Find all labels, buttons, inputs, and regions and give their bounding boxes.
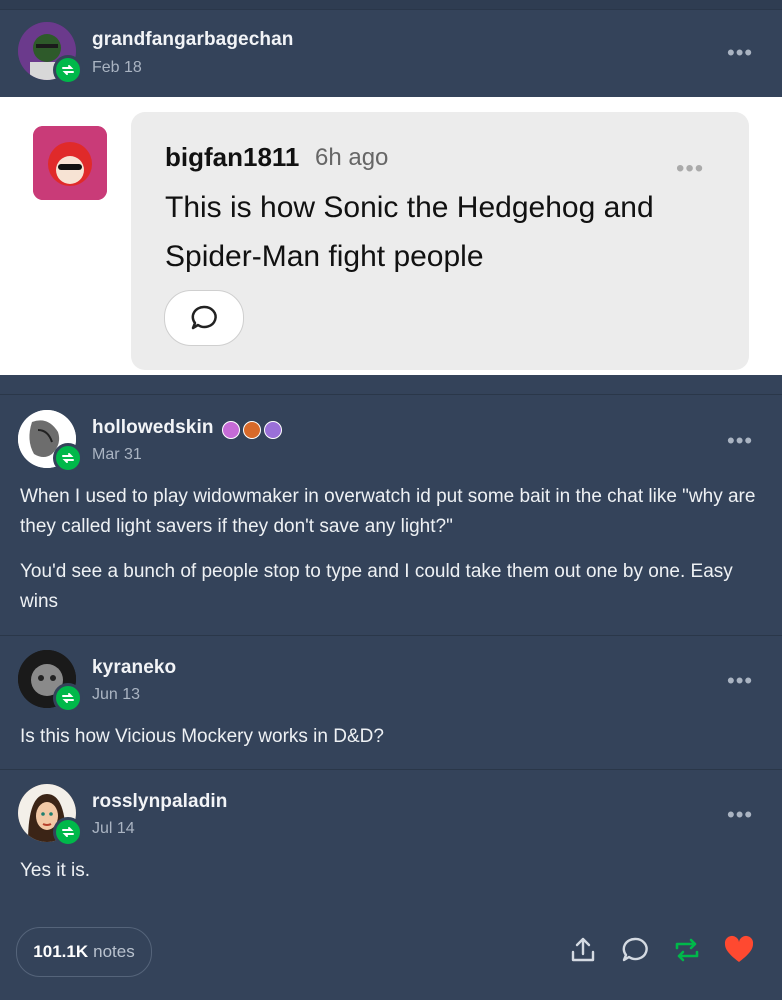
- post-paragraph: Is this how Vicious Mockery works in D&D…: [20, 726, 384, 747]
- username[interactable]: hollowedskin: [92, 417, 214, 439]
- divider: [0, 394, 782, 395]
- user-badges[interactable]: [222, 421, 282, 439]
- post-paragraph: You'd see a bunch of people stop to type…: [20, 561, 733, 612]
- reblog-badge-icon: [53, 55, 83, 85]
- top-edge: [0, 0, 782, 10]
- share-icon[interactable]: [566, 933, 600, 967]
- embedded-text: This is how Sonic the Hedgehog and Spide…: [165, 191, 654, 273]
- like-icon[interactable]: [722, 933, 756, 967]
- divider: [0, 635, 782, 636]
- notes-button[interactable]: 101.1K notes: [16, 927, 152, 977]
- notes-label: notes: [93, 942, 135, 961]
- more-options-icon[interactable]: •••: [727, 430, 753, 452]
- embedded-more-icon: •••: [676, 155, 705, 182]
- embedded-avatar: [33, 126, 107, 200]
- post-body: Is this how Vicious Mockery works in D&D…: [20, 722, 770, 752]
- post-date[interactable]: Mar 31: [92, 446, 142, 464]
- reply-icon[interactable]: [618, 933, 652, 967]
- badge-icon[interactable]: [264, 421, 282, 439]
- post-date[interactable]: Jun 13: [92, 686, 140, 704]
- post-date[interactable]: Feb 18: [92, 59, 142, 77]
- post-paragraph: Yes it is.: [20, 860, 91, 881]
- more-options-icon[interactable]: •••: [727, 804, 753, 826]
- reblog-icon[interactable]: [670, 933, 704, 967]
- badge-icon[interactable]: [222, 421, 240, 439]
- post-paragraph: When I used to play widowmaker in overwa…: [20, 486, 756, 537]
- speech-bubble-icon: [164, 290, 244, 346]
- post-body: When I used to play widowmaker in overwa…: [20, 482, 770, 617]
- reblog-badge-icon: [53, 817, 83, 847]
- post-date[interactable]: Jul 14: [92, 820, 135, 838]
- username[interactable]: grandfangarbagechan: [92, 29, 293, 51]
- username[interactable]: rosslynpaladin: [92, 791, 228, 813]
- embedded-time: 6h ago: [315, 144, 389, 171]
- more-options-icon[interactable]: •••: [727, 42, 753, 64]
- notes-count: 101.1K: [33, 942, 89, 961]
- reblog-badge-icon: [53, 683, 83, 713]
- more-options-icon[interactable]: •••: [727, 670, 753, 692]
- post-body: Yes it is.: [20, 856, 770, 886]
- divider: [0, 769, 782, 770]
- username[interactable]: kyraneko: [92, 657, 176, 679]
- reblog-badge-icon: [53, 443, 83, 473]
- badge-icon[interactable]: [243, 421, 261, 439]
- embedded-username: bigfan1811: [165, 142, 300, 172]
